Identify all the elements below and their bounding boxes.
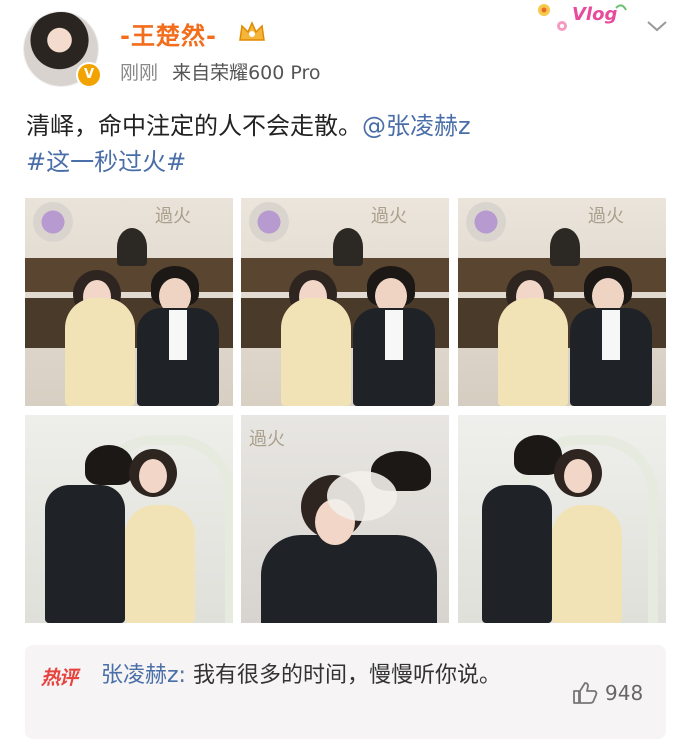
photo-watermark: 過火 <box>249 429 285 450</box>
post-meta: 刚刚 来自荣耀600 Pro <box>120 58 321 85</box>
verified-badge-icon: V <box>76 62 102 88</box>
chevron-down-icon[interactable] <box>644 16 670 36</box>
photo-3[interactable]: 過火 <box>458 198 666 406</box>
username[interactable]: -王楚然- <box>120 16 217 51</box>
hot-comment[interactable]: 热评 张凌赫z: 我有很多的时间，慢慢听你说。 948 <box>25 645 666 739</box>
photo-6[interactable] <box>458 415 666 623</box>
photo-grid: 過火 過火 過火 過火 <box>25 198 666 623</box>
vlog-badge: Vlog <box>534 0 632 36</box>
thumbs-up-icon[interactable] <box>571 679 599 707</box>
comment-text: 我有很多的时间，慢慢听你说。 <box>192 663 501 688</box>
comment-body: 张凌赫z: 我有很多的时间，慢慢听你说。 <box>101 659 571 693</box>
photo-2[interactable]: 過火 <box>241 198 449 406</box>
vlog-label: Vlog <box>572 4 618 25</box>
photo-4[interactable] <box>25 415 233 623</box>
post-header: V -王楚然- 刚刚 来自荣耀600 Pro Vlog <box>0 0 690 95</box>
crown-icon <box>239 21 265 41</box>
post-time: 刚刚 <box>120 62 159 84</box>
like-count: 948 <box>605 681 644 705</box>
mention-link[interactable]: @张凌赫z <box>362 112 471 140</box>
photo-1[interactable]: 過火 <box>25 198 233 406</box>
photo-watermark: 過火 <box>155 206 191 227</box>
topic-link[interactable]: #这一秒过火# <box>26 148 186 176</box>
post-text: 清峄，命中注定的人不会走散。 <box>26 112 362 140</box>
post-body: 清峄，命中注定的人不会走散。@张凌赫z #这一秒过火# <box>26 108 666 180</box>
photo-5[interactable]: 過火 <box>241 415 449 623</box>
comment-author[interactable]: 张凌赫z: <box>101 663 186 688</box>
photo-watermark: 過火 <box>588 206 624 227</box>
hot-comment-label: 热评 <box>41 667 78 689</box>
photo-watermark: 過火 <box>371 206 407 227</box>
post-source: 来自荣耀600 Pro <box>172 62 321 84</box>
